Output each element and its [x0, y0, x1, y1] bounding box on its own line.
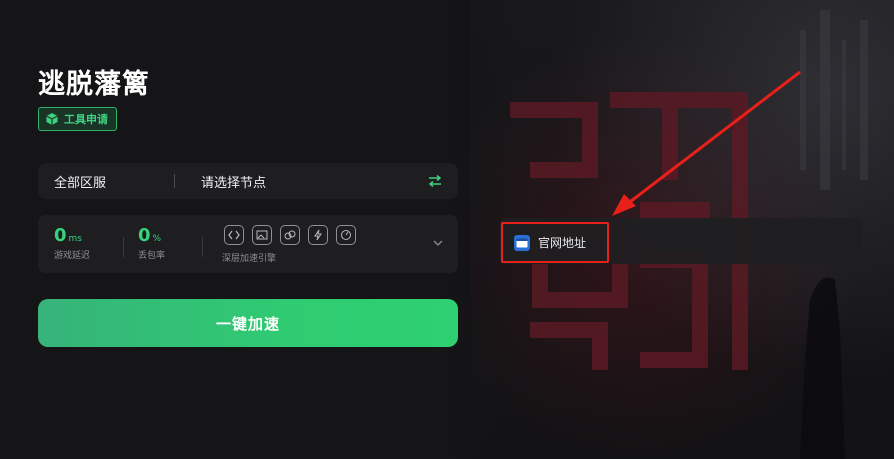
tool-apply-badge[interactable]: 工具申请	[38, 107, 117, 131]
divider	[123, 237, 124, 257]
browser-icon	[514, 234, 530, 251]
code-icon[interactable]	[224, 225, 244, 245]
latency-stat: 0 ms 游戏延迟	[54, 225, 90, 261]
swap-arrows-icon[interactable]	[420, 163, 450, 199]
game-title: 逃脱藩篱	[38, 69, 150, 100]
chevron-down-icon[interactable]	[432, 237, 444, 249]
bolt-icon[interactable]	[308, 225, 328, 245]
engine-label: 深层加速引擎	[222, 254, 277, 264]
stats-panel: 0 ms 游戏延迟 0% 丢包率 深层加速引擎	[38, 215, 458, 273]
packet-loss-stat: 0% 丢包率	[138, 225, 165, 261]
official-site-label: 官网地址	[538, 236, 587, 250]
accelerate-button[interactable]: 一键加速	[38, 299, 458, 347]
region-select[interactable]: 全部区服	[38, 172, 174, 191]
loss-label: 丢包率	[138, 251, 166, 261]
speed-icon[interactable]	[336, 225, 356, 245]
divider	[202, 237, 203, 257]
latency-unit: ms	[68, 234, 82, 244]
link-icon[interactable]	[280, 225, 300, 245]
latency-value: 0	[54, 225, 67, 246]
engine-icons	[224, 225, 356, 245]
latency-label: 游戏延迟	[54, 251, 91, 261]
image-icon[interactable]	[252, 225, 272, 245]
loss-unit: %	[152, 234, 162, 244]
tool-apply-label: 工具申请	[64, 113, 108, 126]
official-site-link[interactable]: 官网地址	[501, 222, 609, 263]
node-select[interactable]: 请选择节点	[175, 172, 420, 191]
node-selector-bar: 全部区服 请选择节点	[38, 163, 458, 199]
loss-value: 0	[138, 225, 151, 246]
cube-icon	[46, 113, 58, 125]
